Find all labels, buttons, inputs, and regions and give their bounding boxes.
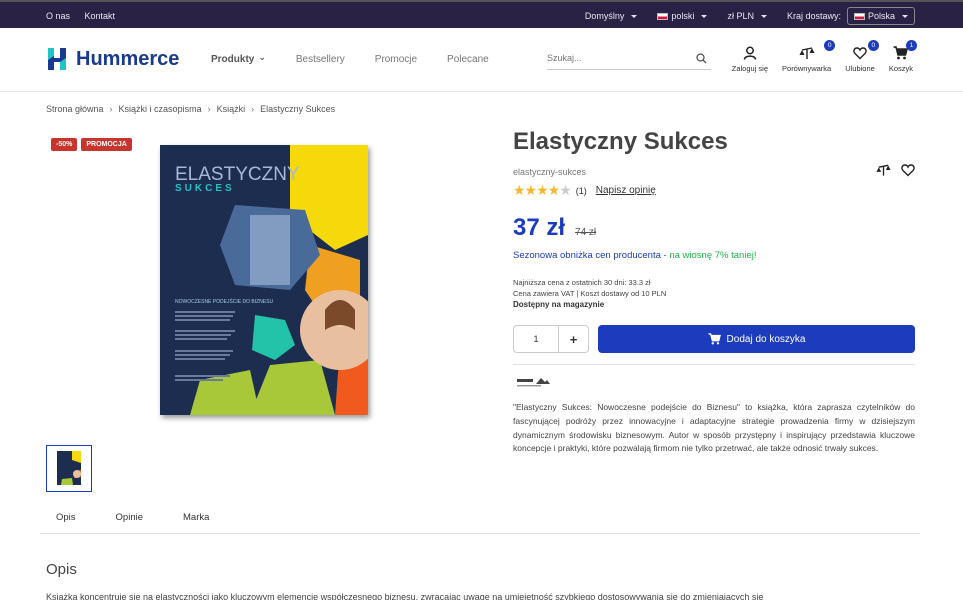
nav-promotions[interactable]: Promocje <box>375 54 417 65</box>
breadcrumb-books[interactable]: Książki <box>217 104 246 114</box>
chevron-right-icon: › <box>207 104 211 114</box>
promo-label: PROMOCJA <box>81 138 132 151</box>
country-group: Kraj dostawy: Polska <box>787 7 915 25</box>
section-title: Opis <box>46 561 77 578</box>
chevron-right-icon: › <box>251 104 255 114</box>
header-icons: Zaloguj się Porównywarka 0 Ulubione 0 Ko… <box>732 40 917 73</box>
scales-icon <box>799 47 815 59</box>
contact-link[interactable]: Kontakt <box>85 11 116 21</box>
availability: Dostępny na magazynie <box>513 300 605 309</box>
thumbnail-image <box>57 451 81 485</box>
currency-dropdown[interactable]: zł PLN <box>727 11 767 21</box>
logo-text: Hummerce <box>76 47 180 70</box>
breadcrumb: Strona główna › Książki i czasopisma › Ksi… <box>46 104 335 114</box>
product-title: Elastyczny Sukces <box>513 128 728 155</box>
theme-dropdown[interactable]: Domyślny <box>585 11 638 21</box>
country-dropdown[interactable]: Polska <box>846 7 915 25</box>
heart-icon <box>853 47 867 60</box>
search-icon[interactable] <box>696 53 707 64</box>
brand-logo-image <box>517 378 550 387</box>
tab-description[interactable]: Opis <box>46 512 86 523</box>
login-button[interactable]: Zaloguj się <box>732 46 768 73</box>
breadcrumb-home[interactable]: Strona główna <box>46 104 104 114</box>
chevron-down-icon <box>631 14 638 18</box>
cover-tagline: NOWOCZESNE PODEJŚCIE DO BIZNESU <box>175 297 273 305</box>
tabs-divider <box>40 533 920 534</box>
add-to-cart-button[interactable]: Dodaj do koszyka <box>598 325 915 353</box>
vat-info: Cena zawiera VAT | Koszt dostawy od 10 P… <box>513 289 667 298</box>
quantity-input[interactable]: 1 <box>514 326 559 352</box>
breadcrumb-books-magazines[interactable]: Książki i czasopisma <box>119 104 202 114</box>
poland-flag-icon <box>853 12 865 20</box>
star-icon: ★★★★ <box>513 182 560 198</box>
header: Hummerce Produkty Bestsellery Promocje P… <box>0 28 963 92</box>
quantity-stepper: 1 + <box>513 325 589 353</box>
cart-button[interactable]: Koszyk 1 <box>889 40 917 73</box>
lowest-price: Najniższa cena z ostatnich 30 dni: 33.3 … <box>513 278 651 287</box>
logo-icon <box>48 48 66 70</box>
topbar: O nas Kontakt Domyślny polski zł PLN Kra… <box>0 0 963 28</box>
product-main-image[interactable]: ELASTYCZNY SUKCES NOWOCZESNE PODEJŚCIE D… <box>160 145 380 415</box>
product-quick-actions <box>876 163 915 177</box>
nav-bestsellers[interactable]: Bestsellery <box>296 54 345 65</box>
current-price: 37 zł <box>513 214 566 241</box>
about-link[interactable]: O nas <box>46 11 70 21</box>
old-price: 74 zł <box>575 227 597 238</box>
cover-title: ELASTYCZNY <box>175 164 300 185</box>
book-cover: ELASTYCZNY SUKCES NOWOCZESNE PODEJŚCIE D… <box>160 145 380 415</box>
quantity-plus-button[interactable]: + <box>559 326 588 352</box>
chevron-down-icon <box>701 14 708 18</box>
language-dropdown[interactable]: polski <box>657 11 708 21</box>
compare-button[interactable]: Porównywarka 0 <box>782 40 836 73</box>
discount-label: -50% <box>51 138 78 151</box>
cart-badge: 1 <box>906 40 917 51</box>
nav-featured[interactable]: Polecane <box>447 54 489 65</box>
product-labels: -50% PROMOCJA <box>51 138 132 151</box>
promo-highlight: na wiosnę 7% taniej! <box>669 250 757 261</box>
product-description: "Elastyczny Sukces: Nowoczesne podejście… <box>513 402 915 454</box>
search-box <box>547 48 711 70</box>
nav-products[interactable]: Produkty <box>211 54 266 65</box>
product-thumbnail[interactable] <box>46 445 92 492</box>
write-review-link[interactable]: Napisz opinię <box>596 185 656 196</box>
tab-reviews[interactable]: Opinie <box>106 512 153 523</box>
user-icon <box>743 46 757 60</box>
chevron-down-icon <box>902 14 908 18</box>
product-code: elastyczny-sukces <box>513 167 587 177</box>
cover-subtitle: SUKCES <box>175 183 235 194</box>
rating-stars: ★★★★★ <box>513 182 572 199</box>
product-rating: ★★★★★ (1) Napisz opinię <box>513 182 656 199</box>
chevron-right-icon: › <box>109 104 113 114</box>
price-block: 37 zł 74 zł <box>513 214 596 242</box>
breadcrumb-current: Elastyczny Sukces <box>260 104 336 114</box>
search-input[interactable] <box>547 48 687 68</box>
brand-logo[interactable] <box>516 377 550 392</box>
main-nav: Produkty Bestsellery Promocje Polecane <box>211 54 489 65</box>
wishlist-button[interactable]: Ulubione 0 <box>845 40 879 73</box>
heart-icon[interactable] <box>901 163 915 177</box>
compare-badge: 0 <box>824 40 836 51</box>
divider <box>513 364 915 365</box>
chevron-down-icon <box>760 14 767 18</box>
country-label: Kraj dostawy: <box>786 11 841 21</box>
price-info: Najniższa cena z ostatnich 30 dni: 33.3 … <box>513 277 666 310</box>
star-empty-icon: ★ <box>559 182 572 198</box>
review-count: (1) <box>575 185 587 196</box>
logo[interactable]: Hummerce <box>46 46 179 72</box>
tab-brand[interactable]: Marka <box>173 512 219 523</box>
wishlist-badge: 0 <box>867 40 879 51</box>
product-tabs: Opis Opinie Marka <box>46 512 219 523</box>
cart-icon <box>708 333 721 345</box>
poland-flag-icon <box>657 12 669 20</box>
promo-message: Sezonowa obniżka cen producenta - na wio… <box>513 250 757 261</box>
compare-icon[interactable] <box>876 163 891 177</box>
section-text: Książka koncentruje się na elastyczności… <box>46 592 764 600</box>
